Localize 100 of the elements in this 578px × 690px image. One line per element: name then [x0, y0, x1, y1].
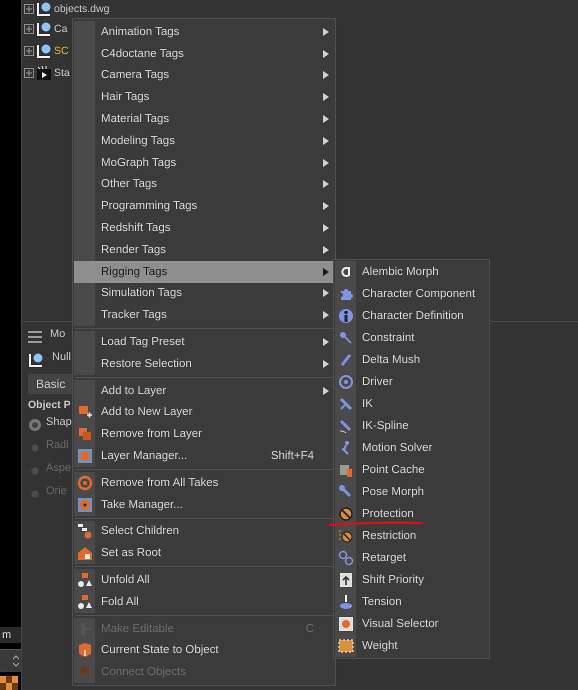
- null-object-icon: [36, 43, 52, 59]
- menu-item[interactable]: Weight: [335, 635, 488, 657]
- submenu-arrow-icon: [323, 50, 329, 58]
- menu-item[interactable]: Visual Selector: [335, 613, 488, 635]
- menu-item[interactable]: IK-Spline: [335, 415, 488, 437]
- layers-icon: [76, 448, 92, 464]
- menu-item[interactable]: Protection: [335, 503, 488, 525]
- up-down-arrows-icon[interactable]: [13, 655, 19, 667]
- gears-icon: [338, 550, 354, 566]
- menu-item[interactable]: Alembic Morph: [335, 261, 488, 283]
- menu-item[interactable]: Other Tags: [74, 174, 334, 196]
- menu-item[interactable]: Render Tags: [74, 238, 334, 261]
- menu-item[interactable]: Restriction: [335, 525, 488, 547]
- submenu-arrow-icon: [323, 386, 329, 395]
- menu-item[interactable]: Load Tag Preset: [74, 331, 334, 353]
- menu-item[interactable]: Motion Solver: [335, 437, 488, 459]
- shapes-icon: [76, 594, 92, 610]
- submenu-arrow-icon: [323, 268, 329, 276]
- expand-icon[interactable]: [24, 4, 34, 14]
- null-object-icon: [36, 21, 52, 37]
- bone-icon: [338, 396, 354, 412]
- submenu-arrow-icon: [323, 360, 329, 368]
- object-name[interactable]: SC: [54, 45, 69, 57]
- submenu-arrow-icon: [323, 28, 329, 36]
- menu-item[interactable]: MoGraph Tags: [74, 152, 334, 174]
- box-icon: [338, 462, 354, 478]
- object-name[interactable]: Sta: [54, 67, 70, 79]
- arrow-up-icon: [338, 572, 354, 588]
- expand-icon[interactable]: [24, 46, 34, 56]
- menu-item[interactable]: Layer Manager... Shift+F4: [74, 445, 334, 467]
- menu-icon[interactable]: [28, 331, 42, 343]
- layers-icon: [76, 426, 92, 442]
- menu-item[interactable]: Character Component: [335, 283, 488, 305]
- menu-item[interactable]: Retarget: [335, 547, 488, 569]
- submenu-arrow-icon: [323, 338, 329, 346]
- menu-item[interactable]: Hair Tags: [74, 86, 334, 108]
- prohibited-icon: [338, 506, 354, 522]
- target-icon: [76, 474, 92, 491]
- option-label: Shap: [46, 416, 72, 428]
- object-name[interactable]: Ca: [54, 23, 68, 35]
- object-name: Null: [52, 351, 71, 363]
- menu-item[interactable]: Add to New Layer: [74, 402, 334, 424]
- menu-item[interactable]: Constraint: [335, 327, 488, 349]
- submenu-arrow-icon: [323, 202, 329, 210]
- menu-item[interactable]: Shift Priority: [335, 569, 488, 591]
- layers-icon: [76, 404, 92, 420]
- bone-icon: [338, 418, 354, 434]
- menu-item[interactable]: Tension: [335, 591, 488, 613]
- menu-item[interactable]: Delta Mush: [335, 349, 488, 371]
- target-icon: [338, 616, 354, 632]
- prohibited-icon: [338, 528, 354, 544]
- menu-item[interactable]: Add to Layer: [74, 380, 334, 402]
- menu-item[interactable]: Redshift Tags: [74, 217, 334, 239]
- house-icon: [76, 545, 92, 562]
- hierarchy-icon: [76, 523, 92, 540]
- value-field[interactable]: m: [0, 627, 21, 643]
- shapes-icon: [76, 572, 92, 588]
- menu-item[interactable]: Driver: [335, 371, 488, 393]
- menu-item[interactable]: Fold All: [74, 590, 334, 613]
- menu-item[interactable]: Character Definition: [335, 305, 488, 327]
- menu-item[interactable]: Take Manager...: [74, 494, 334, 516]
- submenu-arrow-icon: [323, 224, 329, 232]
- menu-item[interactable]: Current State to Object: [74, 640, 334, 662]
- radio-button[interactable]: [29, 419, 41, 431]
- menu-item[interactable]: Tracker Tags: [74, 304, 334, 326]
- submenu-arrow-icon: [323, 246, 329, 254]
- menu-item[interactable]: Remove from All Takes: [74, 472, 334, 494]
- menu-item[interactable]: Restore Selection: [74, 352, 334, 375]
- menu-item[interactable]: Set as Root: [74, 542, 334, 564]
- menu-item[interactable]: Pose Morph: [335, 481, 488, 503]
- joint-icon: [338, 484, 354, 500]
- menu-item[interactable]: Point Cache: [335, 459, 488, 481]
- menu-item[interactable]: Select Children: [74, 520, 334, 542]
- submenu-arrow-icon: [323, 158, 329, 167]
- weight-icon: [338, 594, 354, 610]
- menu-item[interactable]: Simulation Tags: [74, 282, 334, 304]
- submenu-arrow-icon: [323, 289, 329, 298]
- menu-item[interactable]: C4doctane Tags: [74, 42, 334, 65]
- menu-item[interactable]: Material Tags: [74, 108, 334, 130]
- section-title: Object P: [28, 399, 71, 411]
- clapperboard-icon: [36, 65, 52, 81]
- menu-item[interactable]: Animation Tags: [74, 21, 334, 43]
- steering-wheel-icon: [338, 374, 354, 390]
- menu-item[interactable]: Camera Tags: [74, 64, 334, 86]
- pin-icon: [338, 330, 354, 346]
- submenu-arrow-icon: [323, 71, 329, 80]
- submenu-arrow-icon: [323, 311, 329, 320]
- submenu-arrow-icon: [323, 136, 329, 145]
- menu-item[interactable]: Unfold All: [74, 569, 334, 591]
- menu-item[interactable]: Programming Tags: [74, 195, 334, 218]
- menu-item[interactable]: Remove from Layer: [74, 423, 334, 446]
- null-object-icon: [28, 352, 44, 368]
- expand-icon[interactable]: [24, 68, 34, 78]
- menu-item[interactable]: Modeling Tags: [74, 130, 334, 152]
- expand-icon[interactable]: [24, 24, 34, 34]
- submenu-arrow-icon: [323, 180, 329, 188]
- menu-item[interactable]: IK: [335, 393, 488, 415]
- panel-title: Mo: [50, 328, 66, 340]
- object-name[interactable]: objects.dwg: [54, 3, 110, 15]
- submenu-arrow-icon: [323, 115, 329, 124]
